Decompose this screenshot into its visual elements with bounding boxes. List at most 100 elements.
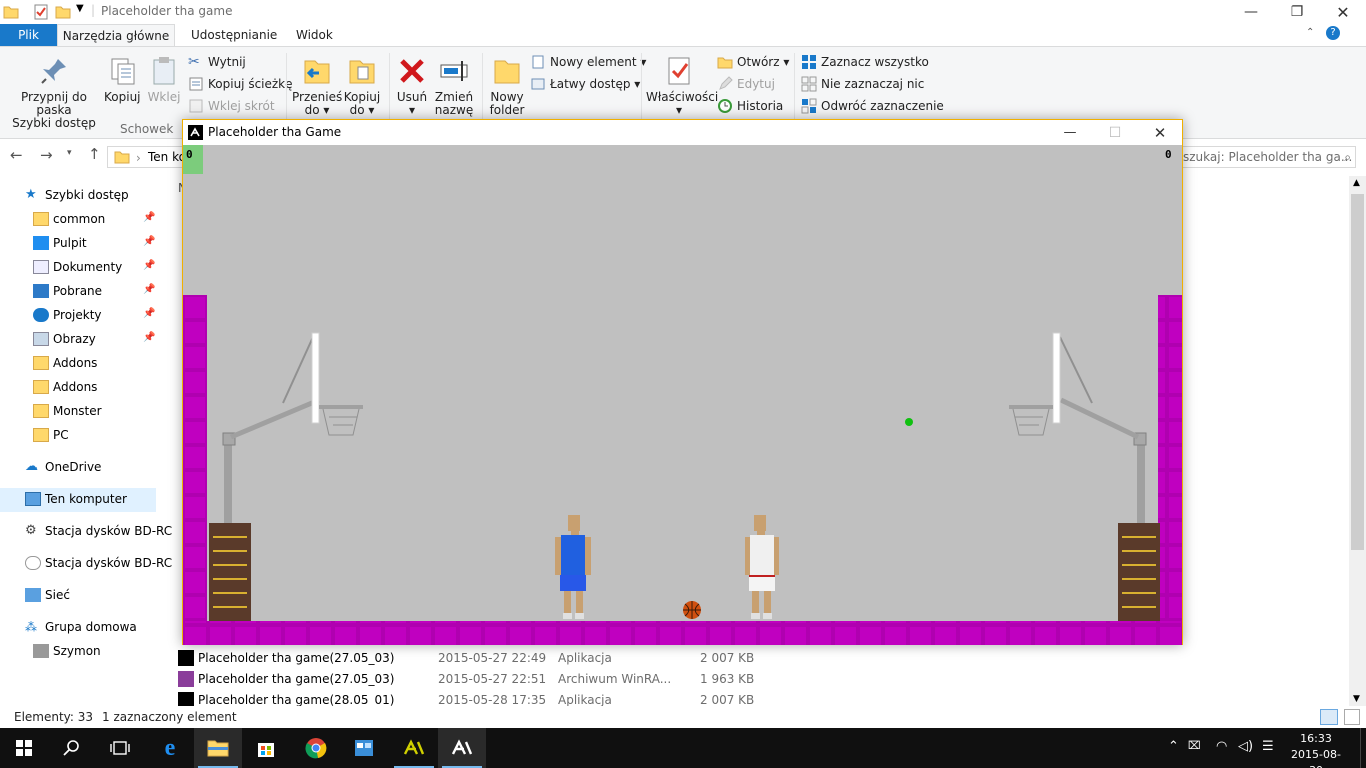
invert-selection-button[interactable]: Odwróć zaznaczenie — [801, 96, 944, 116]
nav-quick-access[interactable]: ★ Szybki dostęp — [25, 184, 129, 206]
delete-button[interactable]: Usuń ▾ — [394, 55, 430, 117]
nav-network[interactable]: Sieć — [25, 584, 70, 606]
tab-file[interactable]: Plik — [0, 24, 57, 46]
easy-access-button[interactable]: Łatwy dostęp ▾ — [530, 74, 640, 94]
pin-quick-access-button[interactable]: Przypnij do paska Szybki dostęp — [6, 55, 102, 130]
file-explorer-button[interactable] — [194, 728, 242, 768]
nav-homegroup[interactable]: ⁂ Grupa domowa — [25, 616, 137, 638]
app-button[interactable] — [340, 728, 388, 768]
language-icon[interactable]: ⌧ — [1188, 739, 1201, 752]
show-desktop-button[interactable] — [1360, 728, 1366, 768]
game-close-button[interactable]: ✕ — [1137, 120, 1183, 145]
copy-to-button[interactable]: Kopiuj do ▾ — [340, 55, 384, 117]
new-item-label: Nowy element — [550, 55, 637, 69]
game-minimize-button[interactable]: — — [1047, 120, 1093, 145]
quick-access-dropdown-icon[interactable]: ▼ — [76, 3, 84, 14]
history-button[interactable]: Historia — [717, 96, 783, 116]
game-taskbar-button-1[interactable] — [390, 728, 438, 768]
minimize-button[interactable]: — — [1228, 0, 1274, 24]
tab-share[interactable]: Udostępnianie — [191, 24, 277, 46]
move-to-button[interactable]: Przenieś do ▾ — [292, 55, 342, 117]
volume-icon[interactable]: ◁) — [1238, 739, 1253, 754]
nav-item-label: Dokumenty — [53, 260, 123, 274]
nav-drive-2[interactable]: Stacja dysków BD-RC — [25, 552, 172, 574]
nav-item-pictures[interactable]: Obrazy — [33, 328, 96, 350]
nav-item-label: Pulpit — [53, 236, 87, 250]
white-player — [745, 515, 779, 619]
rename-button[interactable]: Zmień nazwę — [432, 55, 476, 117]
nav-item-documents[interactable]: Dokumenty — [33, 256, 123, 278]
properties-quick-icon[interactable] — [33, 4, 49, 20]
game-maximize-button[interactable]: ☐ — [1092, 120, 1138, 145]
scroll-up-icon[interactable]: ▲ — [1353, 178, 1360, 188]
taskbar: e ⌃ ⌧ ◠ ◁) ☰ 16:33 2015-08-30 — [0, 728, 1366, 768]
vertical-scrollbar[interactable]: ▲ ▼ — [1349, 176, 1366, 706]
tab-view[interactable]: Widok — [296, 24, 333, 46]
edge-button[interactable]: e — [146, 728, 194, 768]
disc-drive-icon: ⚙ — [25, 523, 37, 538]
nav-item-common[interactable]: common — [33, 208, 105, 230]
nav-item-addons-2[interactable]: Addons — [33, 376, 97, 398]
file-row[interactable]: Placeholder tha game(27.05_03) 2015-05-2… — [178, 648, 758, 668]
open-icon — [717, 57, 733, 69]
game-taskbar-button-2[interactable] — [438, 728, 486, 768]
tray-expand-icon[interactable]: ⌃ — [1168, 739, 1179, 754]
back-arrow-icon[interactable]: ← — [10, 146, 23, 164]
new-item-button[interactable]: Nowy element ▾ — [530, 52, 646, 72]
nav-item-downloads[interactable]: Pobrane — [33, 280, 102, 302]
copy-button[interactable]: Kopiuj — [104, 55, 141, 104]
select-all-button[interactable]: Zaznacz wszystko — [801, 52, 929, 72]
paste-button[interactable]: Wklej — [146, 55, 182, 104]
action-center-icon[interactable]: ☰ — [1262, 739, 1274, 754]
game-window: Placeholder tha Game — ☐ ✕ 0 0 — [182, 119, 1183, 645]
nav-onedrive[interactable]: ☁ OneDrive — [25, 456, 101, 478]
disc-icon — [25, 556, 41, 570]
forward-arrow-icon[interactable]: → — [40, 146, 53, 164]
start-button[interactable] — [0, 728, 48, 768]
file-row[interactable]: Placeholder tha game(27.05_03) 2015-05-2… — [178, 669, 758, 689]
game-canvas[interactable]: 0 0 — [183, 145, 1182, 645]
search-input[interactable]: szukaj: Placeholder tha ga... ⌕ — [1180, 146, 1356, 168]
maximize-button[interactable]: ❐ — [1274, 0, 1320, 24]
folder-icon — [33, 380, 49, 394]
paste-shortcut-button[interactable]: Wklej skrót — [188, 96, 275, 116]
edit-button[interactable]: Edytuj — [717, 74, 775, 94]
ribbon-expand-icon[interactable]: ⌃ — [1306, 27, 1314, 38]
nav-item-projects[interactable]: Projekty — [33, 304, 102, 326]
wifi-icon[interactable]: ◠ — [1216, 739, 1227, 754]
open-button[interactable]: Otwórz ▾ — [717, 52, 789, 72]
select-none-button[interactable]: Nie zaznaczaj nic — [801, 74, 924, 94]
cut-button[interactable]: ✂ Wytnij — [188, 52, 246, 72]
scrollbar-thumb[interactable] — [1351, 194, 1364, 550]
folder-icon — [114, 151, 130, 164]
nav-drive-1[interactable]: ⚙ Stacja dysków BD-RC — [25, 520, 172, 542]
up-arrow-icon[interactable]: ↑ — [88, 145, 101, 163]
details-view-icon[interactable] — [1320, 709, 1338, 725]
properties-button[interactable]: Właściwości ▾ — [646, 55, 718, 117]
nav-item-monster[interactable]: Monster — [33, 400, 102, 422]
nav-item-pc[interactable]: PC — [33, 424, 69, 446]
new-folder-button[interactable]: Nowy folder — [486, 55, 528, 117]
chrome-button[interactable] — [292, 728, 340, 768]
close-button[interactable]: ✕ — [1320, 0, 1366, 24]
select-none-label: Nie zaznaczaj nic — [821, 77, 925, 91]
store-button[interactable] — [242, 728, 290, 768]
search-button[interactable] — [48, 728, 96, 768]
nav-user[interactable]: Szymon — [33, 640, 101, 662]
task-view-button[interactable] — [96, 728, 144, 768]
tab-home[interactable]: Narzędzia główne — [57, 24, 175, 46]
help-icon[interactable]: ? — [1326, 26, 1340, 40]
search-placeholder: szukaj: Placeholder tha ga... — [1183, 150, 1353, 164]
nav-item-desktop[interactable]: Pulpit — [33, 232, 87, 254]
new-folder-quick-icon[interactable] — [55, 4, 71, 20]
copy-path-button[interactable]: Kopiuj ścieżkę — [188, 74, 293, 94]
large-icons-view-icon[interactable] — [1344, 709, 1360, 725]
clock[interactable]: 16:33 2015-08-30 — [1286, 731, 1346, 768]
address-bar[interactable]: › Ten ko — [107, 146, 187, 168]
scroll-down-icon[interactable]: ▼ — [1353, 694, 1360, 704]
file-date: 2015-05-28 17:35 — [438, 693, 547, 706]
nav-this-pc[interactable]: Ten komputer — [25, 488, 127, 510]
recent-locations-icon[interactable]: ▾ — [67, 148, 72, 158]
file-row[interactable]: Placeholder tha game(28.05_01) 2015-05-2… — [178, 690, 758, 706]
nav-item-addons[interactable]: Addons — [33, 352, 97, 374]
